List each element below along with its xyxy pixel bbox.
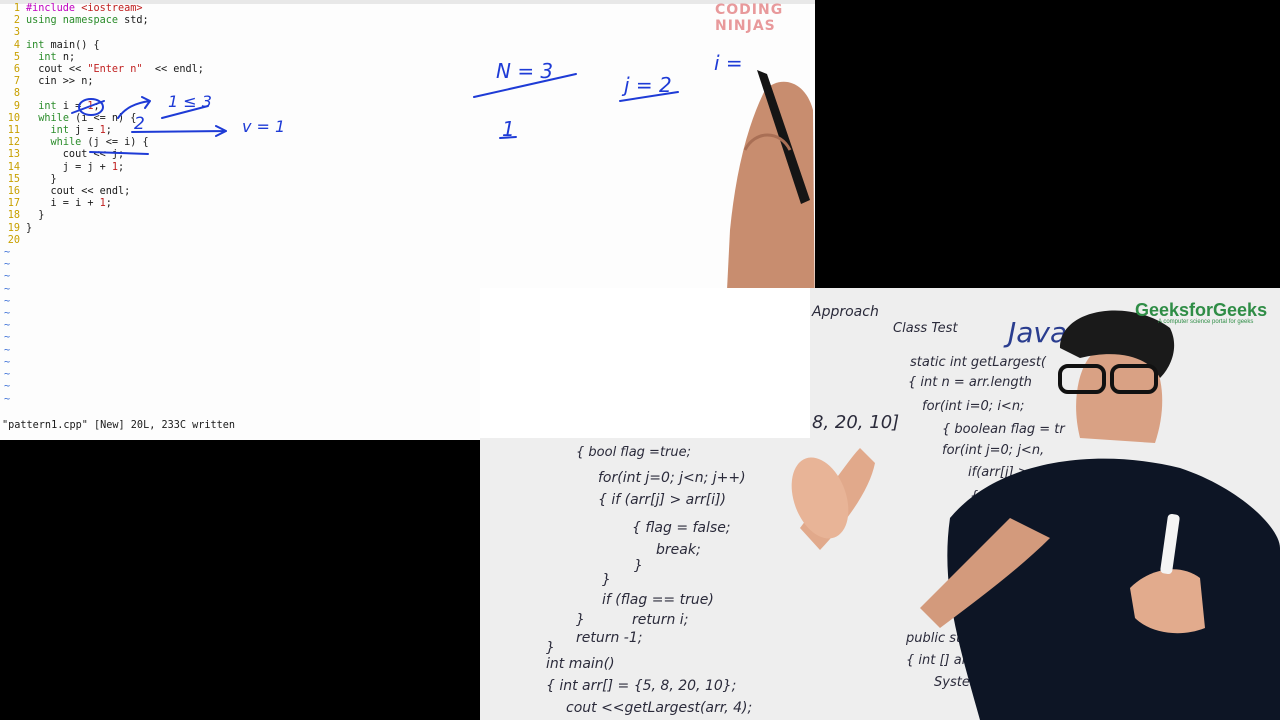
board-right-line-3: for(int i=0; i<n; [922, 399, 1024, 414]
java-heading: Java [1003, 316, 1067, 349]
board-left-line-10: } [576, 612, 585, 628]
board-right-line-1: static int getLargest( [910, 355, 1047, 370]
array-fragment: 8, 20, 10] [812, 412, 899, 433]
board-left-line-6: } [634, 558, 643, 574]
board-left-line-5: break; [656, 542, 701, 558]
board-right-line-2: { int n = arr.length [908, 375, 1032, 390]
approach-heading: Approach [811, 304, 879, 320]
board-left-line-4: { flag = false; [632, 520, 731, 536]
underline-cond [89, 151, 149, 155]
board-left-line-14: { int arr[] = {5, 8, 20, 10}; [546, 678, 736, 694]
board-left-line-7: } [602, 572, 611, 588]
one-underline [499, 136, 517, 139]
geeksforgeeks-logo: GeeksforGeeks [1135, 300, 1268, 320]
board-left-line-12: } [546, 640, 555, 656]
two-note: 2 [134, 114, 145, 134]
board-left-line-3: { if (arr[j] > arr[i]) [598, 492, 726, 508]
board-left-line-1: { bool flag =true; [576, 445, 691, 460]
board-left-line-13: int main() [546, 656, 615, 672]
board-left-line-15: cout <<getLargest(arr, 4); [566, 700, 752, 716]
strike-mark [71, 100, 105, 114]
board-left-line-8: if (flag == true) [602, 592, 714, 608]
v-eq-note: v = 1 [242, 117, 285, 136]
board-left-line-9: return i; [632, 612, 688, 628]
geeksforgeeks-tagline: A computer science portal for geeks [1158, 319, 1254, 325]
board-right-line-4: { boolean flag = tr [942, 422, 1066, 437]
board-right-line-5: for(int j=0; j<n, [942, 443, 1044, 458]
one-le-three-note: 1 ≤ 3 [168, 92, 212, 111]
circle-mark [78, 98, 104, 116]
board-left-line-11: return -1; [576, 630, 643, 646]
board-left-line-2: for(int j=0; j<n; j++) [598, 470, 746, 486]
class-text-heading: Class Test [893, 321, 958, 336]
arrow-right [131, 125, 227, 137]
whiteboard-video: Approach Class Test Java 8, 20, 10] stat… [480, 288, 1280, 720]
whiteboard-scene: Approach Class Test Java 8, 20, 10] stat… [480, 288, 1280, 720]
n-eq-note: N = 3 [496, 59, 553, 83]
